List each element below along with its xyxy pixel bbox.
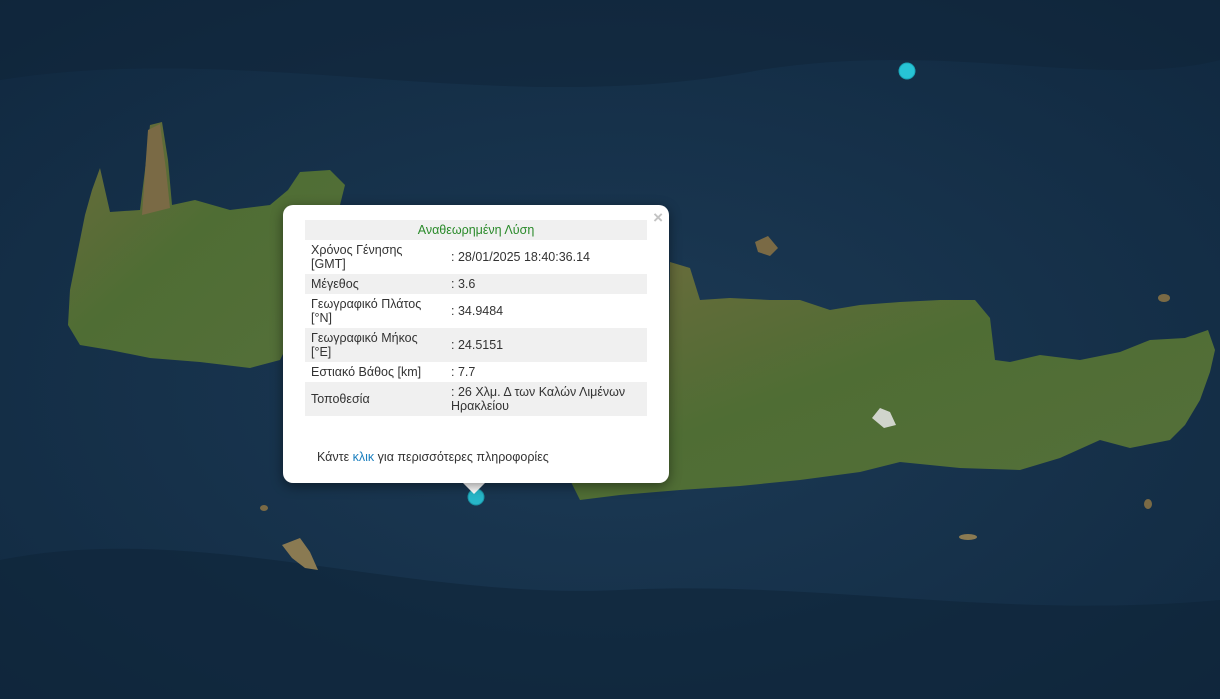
popup-title: Αναθεωρημένη Λύση [305,220,647,240]
popup-tip [462,482,486,494]
magnitude-value: : 3.6 [445,274,647,294]
location-value: : 26 Χλμ. Δ των Καλών Λιμένων Ηρακλείου [445,382,647,416]
earthquake-marker-north[interactable] [898,62,916,80]
focal-depth-value: : 7.7 [451,365,476,379]
island-chrysi [1144,499,1152,509]
location-label: Τοποθεσία [305,382,445,416]
latitude-label: Γεωγραφικό Πλάτος [°N] [311,297,422,325]
island-koufonisi [959,534,977,540]
close-icon[interactable]: × [653,209,663,227]
islet-south [260,505,268,511]
longitude-label: Γεωγραφικό Μήκος [°E] [305,328,445,362]
island-small-east [1158,294,1170,302]
latitude-value: : 34.9484 [451,304,504,318]
origin-time-value: : 28/01/2025 18:40:36.14 [451,250,591,264]
footer-text-before: Κάντε [317,450,353,464]
earthquake-info-popup: × Αναθεωρημένη Λύση Χρόνος Γένησης [GMT]… [283,205,669,483]
focal-depth-label: Εστιακό Βάθος [km] [311,365,422,379]
more-info-link[interactable]: κλικ [353,450,375,464]
origin-time-label: Χρόνος Γένησης [GMT] [311,243,403,271]
popup-footer: Κάντε κλικ για περισσότερες πληροφορίες [317,450,549,464]
longitude-value: : 24.5151 [445,328,647,362]
footer-text-after: για περισσότερες πληροφορίες [374,450,549,464]
earthquake-info-table: Αναθεωρημένη Λύση Χρόνος Γένησης [GMT] :… [305,220,647,416]
magnitude-label: Μέγεθος [305,274,445,294]
